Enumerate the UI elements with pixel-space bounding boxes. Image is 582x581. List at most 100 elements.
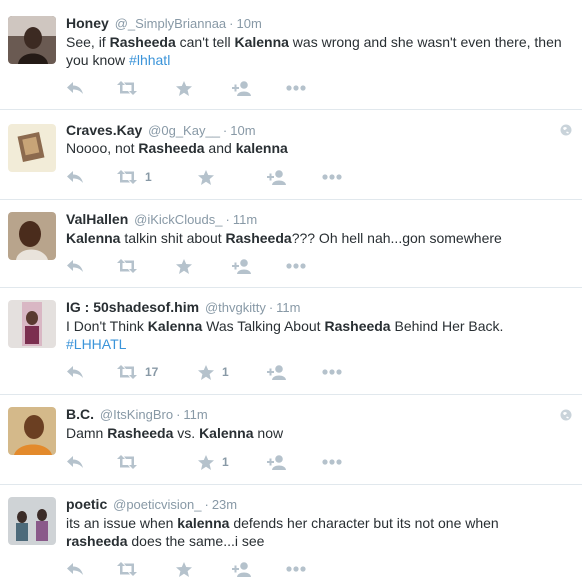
more-action[interactable]	[286, 79, 306, 97]
follow-icon[interactable]	[232, 80, 252, 96]
follow-action[interactable]	[232, 257, 252, 275]
reply-action[interactable]	[66, 79, 84, 97]
hashtag-link[interactable]: #LHHATL	[66, 336, 126, 352]
reply-icon[interactable]	[66, 170, 84, 184]
more-icon[interactable]	[322, 369, 342, 375]
tweet[interactable]: IG : 50shadesof.him @thvgkitty · 11m I Don…	[0, 288, 582, 395]
follow-action[interactable]	[232, 79, 252, 97]
tweet-actions	[66, 79, 366, 97]
retweet-icon[interactable]	[117, 81, 137, 95]
more-action[interactable]	[286, 560, 306, 578]
avatar[interactable]	[8, 497, 56, 545]
favorite-action[interactable]: 1	[198, 453, 229, 471]
more-action[interactable]	[286, 257, 306, 275]
follow-icon[interactable]	[267, 169, 287, 185]
follow-action[interactable]	[267, 168, 287, 186]
favorite-action[interactable]	[176, 79, 192, 97]
timestamp[interactable]: 11m	[183, 407, 207, 422]
favorite-icon[interactable]	[176, 561, 192, 577]
retweet-icon[interactable]	[117, 170, 137, 184]
reply-action[interactable]	[66, 560, 84, 578]
follow-action[interactable]	[267, 453, 287, 471]
follow-action[interactable]	[232, 560, 252, 578]
avatar[interactable]	[8, 212, 56, 260]
timestamp[interactable]: 10m	[237, 16, 262, 31]
avatar[interactable]	[8, 124, 56, 172]
more-icon[interactable]	[286, 263, 306, 269]
username[interactable]: @ItsKingBro	[100, 407, 173, 422]
text-segment: its an issue when	[66, 515, 178, 531]
retweet-action[interactable]: 17	[117, 363, 158, 381]
tweet[interactable]: ValHallen @iKickClouds_ · 11m Kalenna talk…	[0, 200, 582, 288]
globe-icon	[560, 408, 572, 421]
retweet-action[interactable]	[117, 453, 137, 471]
more-action[interactable]	[322, 363, 342, 381]
reply-icon[interactable]	[66, 259, 84, 273]
retweet-icon[interactable]	[117, 455, 137, 469]
avatar[interactable]	[8, 407, 56, 455]
favorite-action[interactable]: 1	[198, 363, 229, 381]
reply-icon[interactable]	[66, 562, 84, 576]
more-icon[interactable]	[322, 174, 342, 180]
tweet[interactable]: poetic @poeticvision_ · 23m its an issue w…	[0, 485, 582, 581]
timestamp[interactable]: 23m	[212, 497, 237, 512]
retweet-action[interactable]	[117, 257, 137, 275]
avatar[interactable]	[8, 16, 56, 64]
more-icon[interactable]	[322, 459, 342, 465]
tweet[interactable]: Craves.Kay @0g_Kay__ · 10m Noooo, not Rash…	[0, 110, 582, 200]
text-segment: Behind Her Back.	[390, 318, 504, 334]
reply-action[interactable]	[66, 453, 84, 471]
retweet-icon[interactable]	[117, 365, 137, 379]
favorite-action[interactable]	[176, 257, 192, 275]
reply-action[interactable]	[66, 363, 84, 381]
fullname[interactable]: B.C.	[66, 406, 94, 422]
username[interactable]: @iKickClouds_	[134, 212, 222, 227]
username[interactable]: @0g_Kay__	[148, 123, 220, 138]
follow-icon[interactable]	[267, 364, 287, 380]
retweet-icon[interactable]	[117, 562, 137, 576]
favorite-icon[interactable]	[176, 258, 192, 274]
username[interactable]: @_SimplyBriannaa	[115, 16, 226, 31]
timestamp[interactable]: 11m	[276, 300, 300, 315]
highlighted-keyword: Rasheeda	[107, 425, 174, 441]
favorite-icon[interactable]	[198, 169, 214, 185]
fullname[interactable]: Craves.Kay	[66, 122, 142, 138]
favorites-count: 1	[222, 365, 229, 379]
avatar[interactable]	[8, 300, 56, 348]
retweet-action[interactable]	[117, 79, 137, 97]
fullname[interactable]: IG : 50shadesof.him	[66, 299, 199, 315]
text-segment: vs.	[173, 425, 200, 441]
more-action[interactable]	[322, 453, 342, 471]
hashtag-link[interactable]: #lhhatl	[129, 52, 170, 68]
reply-icon[interactable]	[66, 455, 84, 469]
fullname[interactable]: ValHallen	[66, 211, 128, 227]
follow-icon[interactable]	[232, 258, 252, 274]
more-action[interactable]	[322, 168, 342, 186]
reply-action[interactable]	[66, 257, 84, 275]
retweet-icon[interactable]	[117, 259, 137, 273]
favorite-action[interactable]	[198, 168, 214, 186]
timestamp[interactable]: 10m	[230, 123, 255, 138]
reply-icon[interactable]	[66, 365, 84, 379]
username[interactable]: @poeticvision_	[113, 497, 201, 512]
follow-icon[interactable]	[232, 561, 252, 577]
retweet-action[interactable]: 1	[117, 168, 152, 186]
retweet-action[interactable]	[117, 560, 137, 578]
favorite-icon[interactable]	[198, 364, 214, 380]
reply-action[interactable]	[66, 168, 84, 186]
tweet-actions: 17 1	[66, 363, 366, 381]
tweet[interactable]: B.C. @ItsKingBro · 11m Damn Rasheeda vs. K…	[0, 395, 582, 485]
more-icon[interactable]	[286, 85, 306, 91]
favorite-icon[interactable]	[176, 80, 192, 96]
favorite-icon[interactable]	[198, 454, 214, 470]
favorite-action[interactable]	[176, 560, 192, 578]
follow-icon[interactable]	[267, 454, 287, 470]
more-icon[interactable]	[286, 566, 306, 572]
follow-action[interactable]	[267, 363, 287, 381]
fullname[interactable]: Honey	[66, 15, 109, 31]
timestamp[interactable]: 11m	[233, 212, 257, 227]
tweet[interactable]: Honey @_SimplyBriannaa · 10m See, if Rashe…	[0, 0, 582, 110]
fullname[interactable]: poetic	[66, 496, 107, 512]
username[interactable]: @thvgkitty	[205, 300, 266, 315]
reply-icon[interactable]	[66, 81, 84, 95]
